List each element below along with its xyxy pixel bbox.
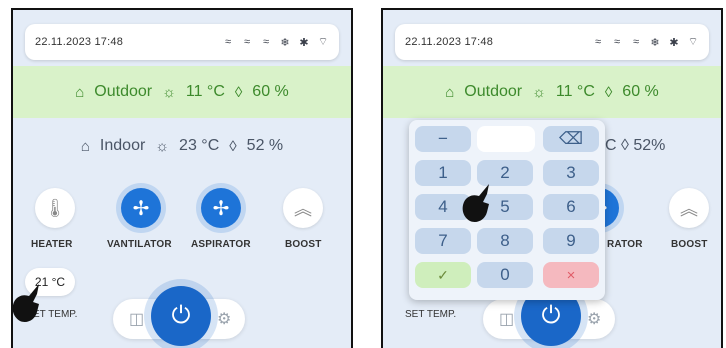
heater-button[interactable]: 🌡 [35, 188, 75, 228]
cancel-key[interactable]: × [543, 262, 599, 288]
outdoor-readout: ⌂ Outdoor ☼ 11 °C ◊ 60 % [13, 66, 351, 118]
indoor-humidity-partial: C ◊ 52% [605, 137, 666, 154]
key-7[interactable]: 7 [415, 228, 471, 254]
wind-icon: ≈ [262, 36, 270, 48]
hand-pointer-icon [462, 184, 489, 222]
snowflake-icon: ❄ [650, 36, 660, 49]
wind-icon: ≈ [224, 36, 232, 48]
outdoor-temp: 11 °C [555, 83, 595, 100]
indoor-icon: ⌂ [80, 137, 90, 155]
main-screen: 22.11.2023 17:48 ≈ ≈ ≈ ❄ ✱ ⌔ ⌂ Outdoor ☼… [11, 8, 353, 348]
outdoor-humidity: 60 % [252, 83, 289, 100]
aspirator-label-partial: RATOR [607, 239, 643, 250]
outdoor-icon: ⌂ [75, 83, 85, 101]
filter-icon[interactable]: ◫ [129, 309, 144, 329]
wind-icon: ≈ [613, 36, 621, 48]
heater-label: HEATER [31, 239, 73, 250]
boost-label: BOOST [285, 239, 322, 250]
sun-icon: ☼ [155, 137, 170, 155]
date-time: 22.11.2023 17:48 [405, 36, 494, 48]
keypad-screen: 22.11.2023 17:48 ≈ ≈ ≈ ❄ ✱ ⌔ ⌂ Outdoor ☼… [381, 8, 723, 348]
outdoor-humidity: 60 % [622, 83, 659, 100]
chevron-up-icon: ︽ [680, 199, 698, 219]
gear-icon[interactable]: ⚙ [587, 309, 601, 329]
minus-key[interactable]: − [415, 126, 471, 152]
key-3[interactable]: 3 [543, 160, 599, 186]
droplet-icon: ◊ [604, 83, 613, 101]
sun-icon: ☼ [162, 83, 176, 101]
ventilator-button[interactable]: ✢ [121, 188, 161, 228]
indoor-readout: ⌂ Indoor ☼ 23 °C ◊ 52 % [13, 126, 351, 166]
outdoor-icon: ⌂ [445, 83, 455, 101]
aspirator-label: ASPIRATOR [191, 239, 251, 250]
backspace-key[interactable]: ⌫ [543, 126, 599, 152]
droplet-icon: ◊ [229, 137, 237, 155]
outdoor-label: Outdoor [94, 83, 153, 100]
status-icons: ≈ ≈ ≈ ❄ ✱ ⌔ [592, 35, 699, 49]
status-bar: 22.11.2023 17:48 ≈ ≈ ≈ ❄ ✱ ⌔ [395, 24, 709, 60]
close-icon: × [566, 266, 576, 284]
ventilator-label: VANTILATOR [107, 239, 172, 250]
indoor-label: Indoor [99, 137, 146, 154]
wifi-icon: ⌔ [687, 36, 699, 48]
boost-button[interactable]: ︽ [283, 188, 323, 228]
key-0[interactable]: 0 [477, 262, 533, 288]
filter-icon[interactable]: ◫ [499, 309, 514, 329]
key-9[interactable]: 9 [543, 228, 599, 254]
power-button[interactable]: ⏻ [151, 286, 211, 346]
outdoor-temp: 11 °C [185, 83, 225, 100]
chevron-up-icon: ︽ [294, 199, 312, 219]
wind-icon: ≈ [243, 36, 251, 48]
power-icon: ⏻ [541, 302, 561, 329]
droplet-icon: ◊ [234, 83, 243, 101]
sun-icon: ☼ [532, 83, 546, 101]
status-icons: ≈ ≈ ≈ ❄ ✱ ⌔ [222, 35, 329, 49]
key-6[interactable]: 6 [543, 194, 599, 220]
hand-pointer-icon [13, 284, 39, 322]
boost-label: BOOST [671, 239, 708, 250]
backspace-icon: ⌫ [558, 129, 584, 148]
key-8[interactable]: 8 [477, 228, 533, 254]
wifi-icon: ⌔ [317, 36, 329, 48]
confirm-key[interactable]: ✓ [415, 262, 471, 288]
aspirator-button[interactable]: ✢ [201, 188, 241, 228]
fan-icon: ✢ [132, 197, 150, 220]
outdoor-readout: ⌂ Outdoor ☼ 11 °C ◊ 60 % [383, 66, 721, 118]
date-time: 22.11.2023 17:48 [35, 36, 124, 48]
outdoor-label: Outdoor [464, 83, 523, 100]
thermometer-icon: 🌡 [43, 197, 67, 218]
power-icon: ⏻ [171, 302, 191, 329]
wind-icon: ≈ [594, 36, 602, 48]
snowflake-icon: ❄ [280, 36, 290, 49]
bluetooth-icon: ✱ [299, 36, 309, 49]
status-bar: 22.11.2023 17:48 ≈ ≈ ≈ ❄ ✱ ⌔ [25, 24, 339, 60]
indoor-humidity: 52 % [246, 137, 284, 154]
wind-icon: ≈ [632, 36, 640, 48]
gear-icon[interactable]: ⚙ [217, 309, 231, 329]
numeric-keypad: − ⌫ 1 2 3 4 5 6 7 8 9 ✓ 0 × [409, 120, 605, 300]
keypad-display [477, 126, 535, 152]
boost-button[interactable]: ︽ [669, 188, 709, 228]
fan-icon: ✢ [212, 197, 230, 220]
indoor-temp: 23 °C [179, 137, 220, 154]
bluetooth-icon: ✱ [669, 36, 679, 49]
set-temp-label: SET TEMP. [405, 309, 457, 320]
check-icon: ✓ [437, 266, 449, 283]
